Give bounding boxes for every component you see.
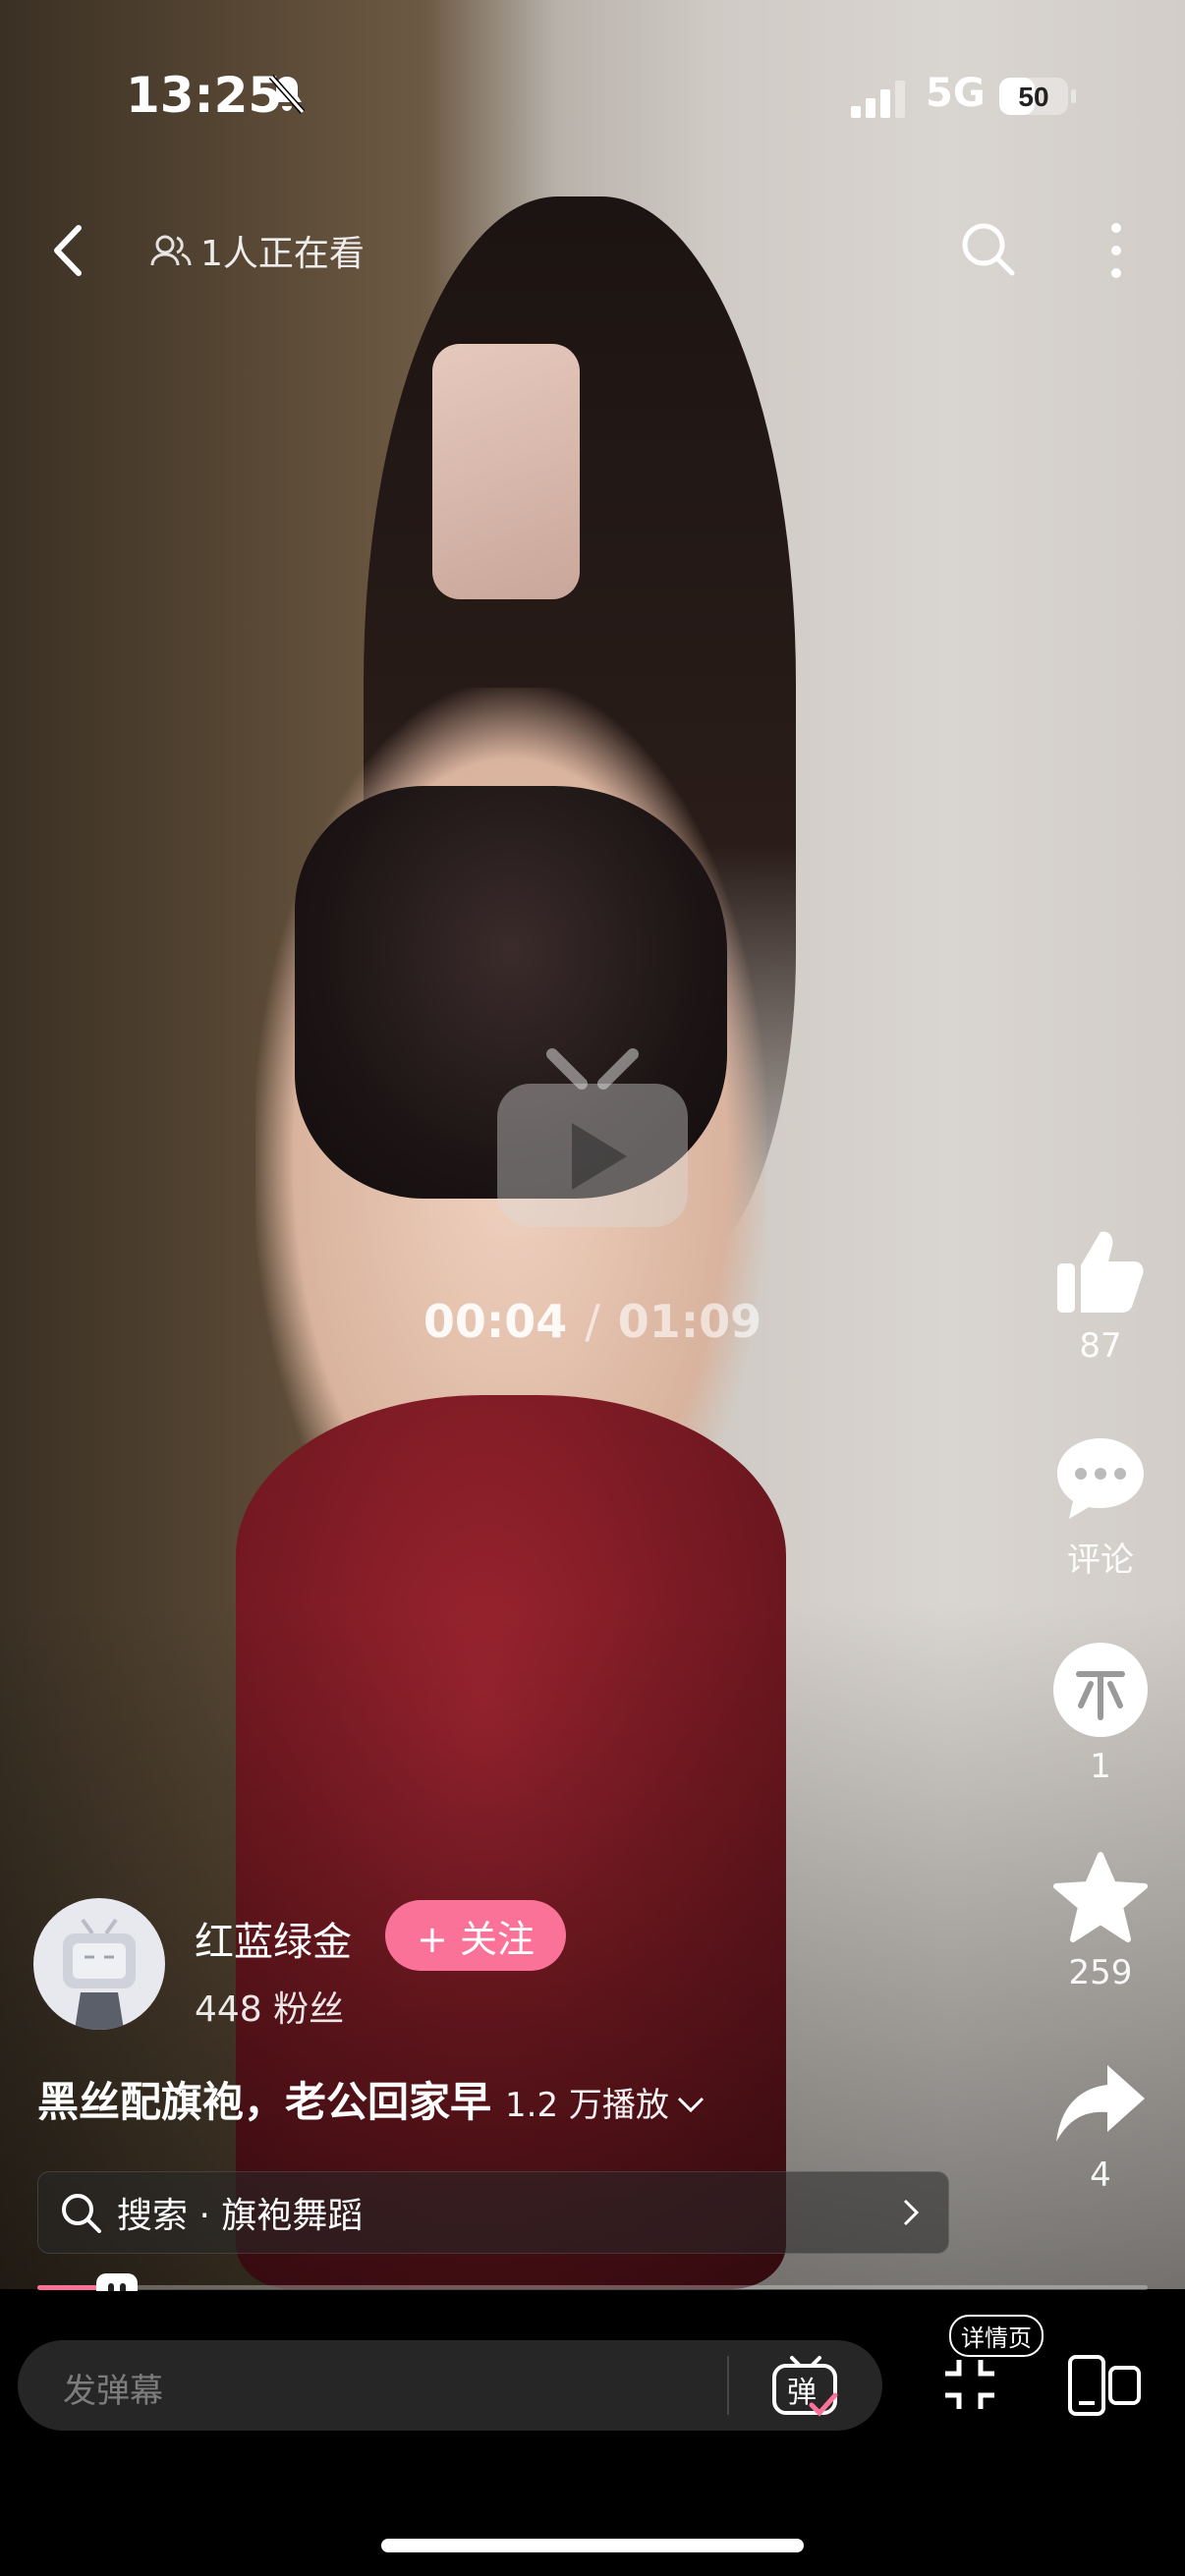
search-icon	[62, 2194, 101, 2233]
comment-button[interactable]: 评论	[1042, 1434, 1159, 1581]
progress-track[interactable]	[37, 2285, 1148, 2290]
viewers-indicator: 1人正在看	[149, 226, 365, 275]
network-type: 5G	[926, 71, 986, 116]
playback-time: 00:04 / 01:09	[0, 1295, 1185, 1348]
favorite-count: 259	[1068, 1953, 1133, 1992]
video-title: 黑丝配旗袍，老公回家早	[37, 2078, 492, 2126]
mute-bell-icon	[268, 75, 306, 114]
coin-icon	[1053, 1643, 1148, 1737]
fan-count: 448 粉丝	[195, 1989, 345, 2030]
play-icon[interactable]	[491, 1046, 694, 1233]
author-name[interactable]: 红蓝绿金	[195, 1910, 352, 1967]
progress-fill	[37, 2285, 104, 2290]
viewers-text: 1人正在看	[200, 234, 365, 274]
search-button[interactable]	[957, 218, 1018, 279]
video-frame-phone	[432, 344, 580, 599]
home-indicator	[381, 2539, 804, 2552]
chevron-down-icon	[677, 2097, 704, 2113]
status-bar: 13:25 5G 50	[0, 59, 1185, 138]
coin-count: 1	[1090, 1747, 1111, 1786]
danmaku-input[interactable]: 发弹幕 弹	[18, 2340, 882, 2431]
tv-mascot-icon	[63, 1918, 136, 2030]
total-time: 01:09	[617, 1295, 762, 1348]
share-count: 4	[1090, 2156, 1111, 2195]
signal-icon	[851, 81, 905, 118]
video-info[interactable]: 黑丝配旗袍，老公回家早 1.2 万播放	[37, 2069, 706, 2129]
battery-level: 50	[1018, 82, 1048, 112]
follow-button[interactable]: + 关注	[385, 1900, 566, 1971]
like-count: 87	[1079, 1326, 1122, 1366]
share-button[interactable]: 4	[1042, 2061, 1159, 2195]
status-time: 13:25	[126, 67, 283, 124]
author-avatar[interactable]	[33, 1898, 165, 2030]
back-button[interactable]	[39, 216, 98, 285]
comment-bubble-icon	[1057, 1438, 1144, 1519]
more-menu-button[interactable]	[1099, 218, 1134, 283]
switch-view-icon[interactable]	[1067, 2354, 1142, 2417]
danmaku-placeholder: 发弹幕	[63, 2372, 163, 2411]
exit-fullscreen-icon[interactable]	[943, 2358, 996, 2411]
time-separator: /	[585, 1295, 600, 1348]
battery-icon: 50	[999, 78, 1076, 115]
danmaku-toggle-icon[interactable]: 弹	[768, 2354, 843, 2419]
like-button[interactable]: 87	[1042, 1224, 1159, 1366]
related-search-bar[interactable]: 搜索 · 旗袍舞蹈	[37, 2171, 949, 2254]
danmaku-divider	[727, 2356, 729, 2415]
current-time: 00:04	[423, 1295, 568, 1348]
comment-label: 评论	[1067, 1540, 1134, 1580]
star-icon	[1053, 1852, 1148, 1942]
thumbs-up-icon	[1057, 1231, 1144, 1313]
detail-page-tag: 详情页	[949, 2315, 1044, 2357]
related-search-text: 搜索 · 旗袍舞蹈	[117, 2196, 364, 2236]
coin-button[interactable]: 1	[1042, 1641, 1159, 1786]
chevron-right-icon	[903, 2199, 920, 2226]
play-count: 1.2 万播放	[505, 2086, 669, 2125]
share-arrow-icon	[1056, 2065, 1145, 2142]
people-icon	[150, 235, 192, 266]
favorite-button[interactable]: 259	[1042, 1851, 1159, 1992]
